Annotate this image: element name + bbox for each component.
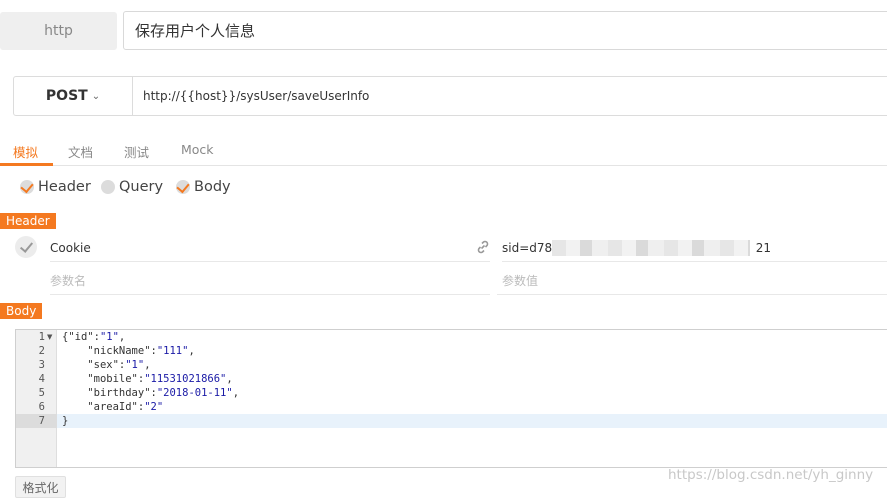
active-line-highlight <box>16 414 887 428</box>
tab-test[interactable]: 测试 <box>124 142 149 161</box>
header-key-field[interactable]: Cookie <box>50 234 490 262</box>
header-section-label: Header <box>0 213 56 229</box>
line-number: 3 <box>38 359 45 371</box>
circle-icon <box>101 180 115 194</box>
line-number: 2 <box>38 345 45 357</box>
fold-arrow-icon[interactable]: ▼ <box>47 333 52 341</box>
body-section-label: Body <box>0 303 43 319</box>
method-label: POST <box>45 88 88 104</box>
code-line: {"id":"1", <box>62 331 126 343</box>
line-number: 6 <box>38 401 45 413</box>
param-value-input[interactable]: 参数值 <box>497 267 887 295</box>
header-checkbox[interactable]: Header <box>20 179 91 195</box>
line-number: 4 <box>38 373 45 385</box>
checkmark-icon <box>176 180 190 194</box>
format-button[interactable]: 格式化 <box>15 476 66 498</box>
code-line: "mobile":"11531021866", <box>87 373 233 385</box>
code-line: } <box>62 415 69 427</box>
line-number: 5 <box>38 387 45 399</box>
header-row-check-icon[interactable] <box>15 236 37 258</box>
code-line: "nickName":"111", <box>87 345 195 357</box>
code-line: "sex":"1", <box>87 359 151 371</box>
link-icon[interactable] <box>475 239 491 255</box>
header-checkbox-label: Header <box>38 179 91 195</box>
protocol-selector[interactable]: http <box>0 12 117 50</box>
method-dropdown[interactable]: POST ⌄ <box>14 77 133 115</box>
json-editor[interactable]: 1 ▼ 2 3 4 5 6 7 {"id":"1", "nickName":"1… <box>15 329 887 468</box>
query-checkbox-label: Query <box>119 179 164 195</box>
tab-docs[interactable]: 文档 <box>68 142 93 161</box>
tab-simulate[interactable]: 模拟 <box>13 142 38 161</box>
active-tab-indicator <box>0 163 53 166</box>
line-number: 7 <box>38 415 45 427</box>
param-name-input[interactable]: 参数名 <box>50 267 490 295</box>
body-checkbox[interactable]: Body <box>176 179 231 195</box>
tab-mock[interactable]: Mock <box>181 142 214 157</box>
redaction-blur <box>552 240 750 256</box>
tab-bar: 模拟 文档 测试 Mock <box>0 136 887 166</box>
code-line: "birthday":"2018-01-11", <box>87 387 240 399</box>
line-number: 1 <box>38 331 45 343</box>
chevron-down-icon: ⌄ <box>91 90 101 102</box>
header-value-suffix: 21 <box>755 240 772 255</box>
code-line: "areaId":"2" <box>87 401 164 413</box>
query-checkbox[interactable]: Query <box>101 179 163 195</box>
checkmark-icon <box>20 180 34 194</box>
watermark-text: https://blog.csdn.net/yh_ginny <box>668 467 874 483</box>
request-bar: POST ⌄ http://{{host}}/sysUser/saveUserI… <box>13 76 887 116</box>
body-checkbox-label: Body <box>194 179 231 195</box>
url-input[interactable]: http://{{host}}/sysUser/saveUserInfo <box>143 77 369 115</box>
api-name-input[interactable]: 保存用户个人信息 <box>123 11 887 50</box>
